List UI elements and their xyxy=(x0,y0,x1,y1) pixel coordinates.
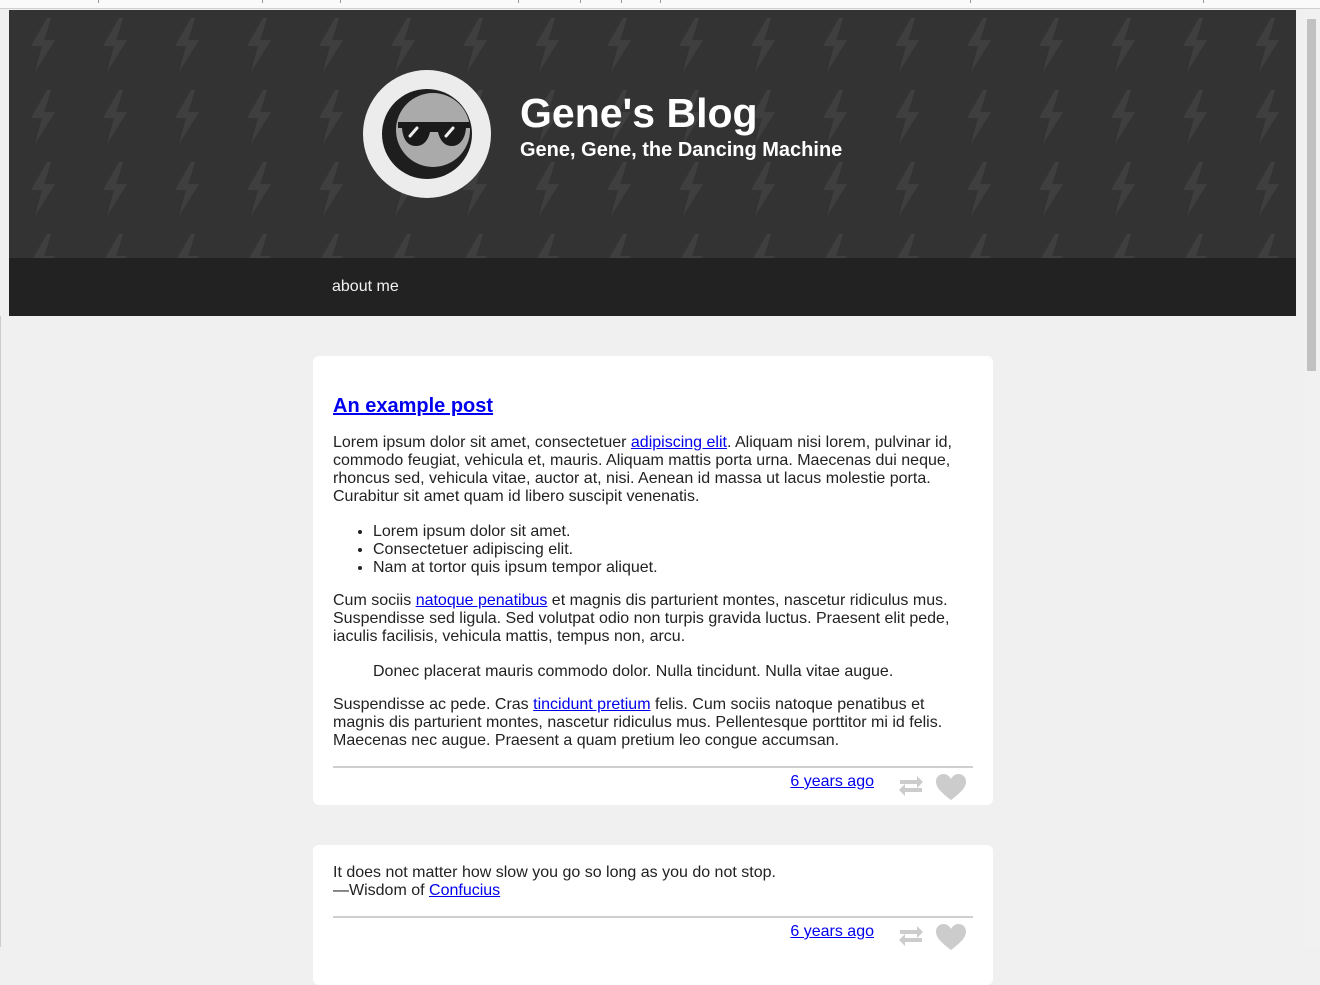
reblog-icon[interactable] xyxy=(897,924,925,948)
inline-link[interactable]: adipiscing elit xyxy=(631,434,727,451)
list-item: Consectetuer adipiscing elit. xyxy=(373,541,658,559)
list-item: Nam at tortor quis ipsum tempor aliquet. xyxy=(373,559,658,577)
post-footer: 6 years ago xyxy=(333,766,973,805)
nav-bar: about me xyxy=(9,258,1296,316)
list-item: Lorem ipsum dolor sit amet. xyxy=(373,523,658,541)
avatar[interactable] xyxy=(363,70,491,198)
blog-header: Gene's Blog Gene, Gene, the Dancing Mach… xyxy=(9,10,1296,258)
reblog-icon[interactable] xyxy=(897,774,925,798)
post-title-link[interactable]: An example post xyxy=(333,395,493,417)
paragraph-text: Lorem ipsum dolor sit amet, consectetuer xyxy=(333,434,631,451)
blockquote: Donec placerat mauris commodo dolor. Nul… xyxy=(373,663,894,680)
browser-top-strip xyxy=(0,0,1320,9)
post-title: An example post xyxy=(333,394,493,418)
bullet-list: Lorem ipsum dolor sit amet. Consectetuer… xyxy=(333,523,658,577)
post-timestamp-link[interactable]: 6 years ago xyxy=(790,773,874,791)
blog-subtitle: Gene, Gene, the Dancing Machine xyxy=(520,139,843,161)
post-footer: 6 years ago xyxy=(333,916,973,955)
paragraph-text: Cum sociis xyxy=(333,592,416,609)
sunglasses-avatar-icon xyxy=(382,89,472,179)
vertical-scrollbar[interactable] xyxy=(1303,9,1320,947)
scrollbar-thumb[interactable] xyxy=(1307,19,1316,371)
attribution-link[interactable]: Confucius xyxy=(429,882,500,899)
attribution-text: —Wisdom of xyxy=(333,882,430,899)
heart-icon[interactable] xyxy=(935,773,967,801)
inline-link[interactable]: tincidunt pretium xyxy=(533,696,650,713)
left-edge-line xyxy=(0,316,1,947)
quote-attribution: —Wisdom of Confucius xyxy=(333,882,973,900)
post-card: It does not matter how slow you go so lo… xyxy=(313,845,993,985)
post-paragraph: Lorem ipsum dolor sit amet, consectetuer… xyxy=(333,434,973,506)
paragraph-text: Suspendisse ac pede. Cras xyxy=(333,696,534,713)
blog-title[interactable]: Gene's Blog xyxy=(520,88,758,138)
post-paragraph: Cum sociis natoque penatibus et magnis d… xyxy=(333,592,973,646)
inline-link[interactable]: natoque penatibus xyxy=(416,592,548,609)
post-paragraph: Suspendisse ac pede. Cras tincidunt pret… xyxy=(333,696,973,750)
post-card: An example post Lorem ipsum dolor sit am… xyxy=(313,356,993,805)
quote-text: It does not matter how slow you go so lo… xyxy=(333,864,776,881)
post-timestamp-link[interactable]: 6 years ago xyxy=(790,923,874,941)
nav-item-about-me[interactable]: about me xyxy=(332,277,399,297)
